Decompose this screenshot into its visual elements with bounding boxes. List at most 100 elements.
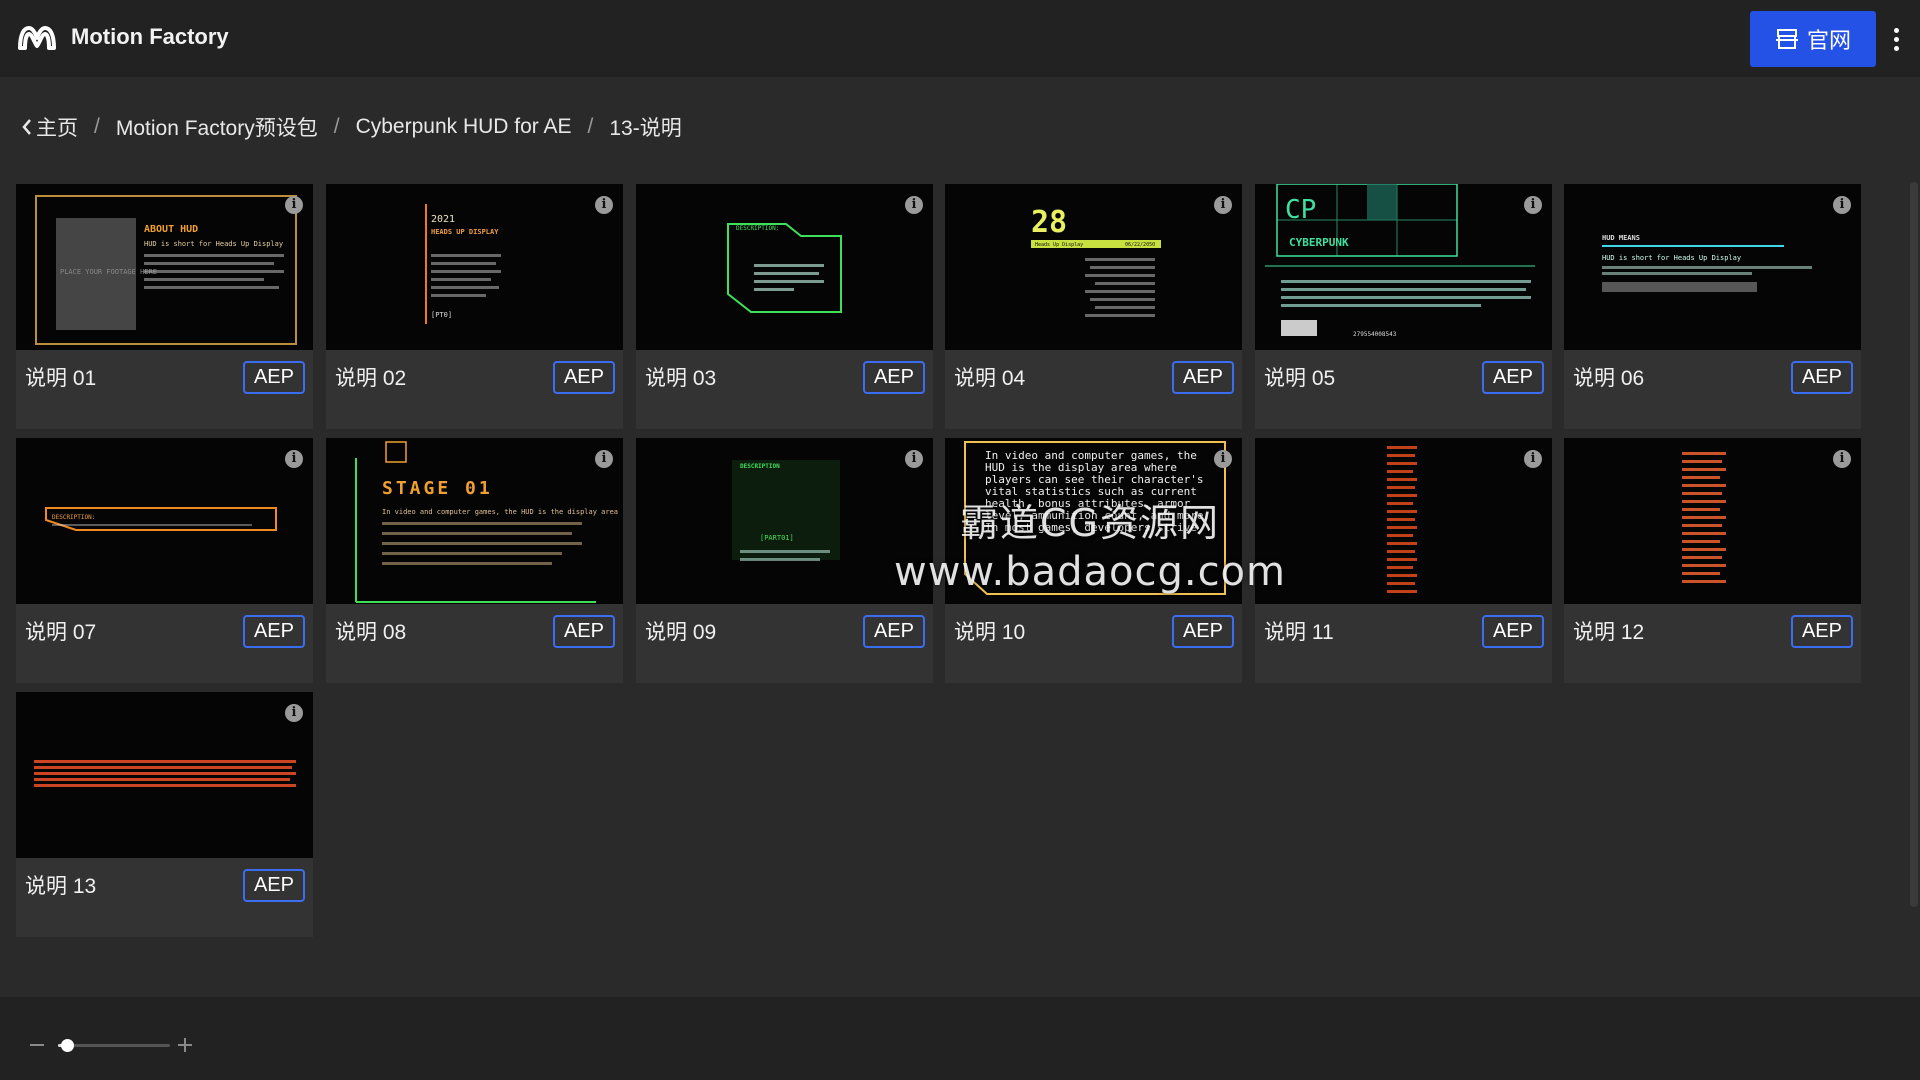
thumb-text: HUD MEANS [1602,234,1640,242]
info-icon[interactable]: i [595,196,613,214]
store-icon [1775,29,1798,49]
asset-name: 说明 06 [1573,367,1645,390]
asset-thumbnail: DESCRIPTION: [636,184,933,350]
thumb-text: [PT0] [431,311,452,319]
info-icon[interactable]: i [905,196,923,214]
asset-card[interactable]: DESCRIPTION: i 说明 07 AEP [16,438,313,683]
asset-thumbnail [16,692,313,858]
info-icon[interactable]: i [1833,450,1851,468]
app-title: Motion Factory [71,24,229,49]
info-icon[interactable]: i [1214,196,1232,214]
asset-card[interactable]: HUD MEANS HUD is short for Heads Up Disp… [1564,184,1861,429]
asset-thumbnail: ABOUT HUD HUD is short for Heads Up Disp… [16,184,313,350]
breadcrumb-separator: / [587,115,594,138]
aep-badge: AEP [552,615,615,648]
info-icon[interactable]: i [1214,450,1232,468]
asset-card[interactable]: i 说明 12 AEP [1564,438,1861,683]
aep-badge: AEP [242,361,305,394]
thumb-text: 2021 [431,214,455,225]
thumb-text: CP [1285,195,1316,225]
asset-card[interactable]: ABOUT HUD HUD is short for Heads Up Disp… [16,184,313,429]
asset-card[interactable]: 2021 HEADS UP DISPLAY [PT0] i 说明 02 AEP [326,184,623,429]
thumb-text: 28 [1031,205,1067,240]
asset-card[interactable]: i 说明 11 AEP [1255,438,1552,683]
asset-name: 说明 12 [1573,621,1645,644]
breadcrumb-separator: / [94,115,100,138]
aep-badge: AEP [552,361,615,394]
asset-name: 说明 03 [645,367,717,390]
asset-name: 说明 13 [25,875,97,898]
asset-name: 说明 02 [335,367,407,390]
info-icon[interactable]: i [285,450,303,468]
footer-bar [0,997,1920,1080]
top-bar: Motion Factory 官网 [0,0,1920,77]
info-icon[interactable]: i [905,450,923,468]
asset-card[interactable]: CP CYBERPUNK 279554008543 i 说明 05 AEP [1255,184,1552,429]
zoom-in-icon[interactable] [178,1038,192,1052]
aep-badge: AEP [1790,615,1853,648]
asset-card[interactable]: DESCRIPTION: i 说明 03 AEP [636,184,933,429]
aep-badge: AEP [862,361,925,394]
info-icon[interactable]: i [285,196,303,214]
asset-name: 说明 09 [645,621,717,644]
asset-thumbnail: DESCRIPTION: [16,438,313,604]
chevron-left-icon[interactable] [20,117,34,137]
asset-name: 说明 04 [954,367,1026,390]
official-site-label: 官网 [1806,29,1851,54]
breadcrumb-separator: / [333,115,340,138]
thumb-text: 279554008543 [1353,331,1397,338]
thumb-text: STAGE 01 [382,478,493,499]
asset-name: 说明 11 [1264,621,1334,644]
aep-badge: AEP [242,869,305,902]
thumb-text: CYBERPUNK [1289,236,1349,249]
official-site-button[interactable]: 官网 [1750,11,1876,67]
thumb-text: In video and computer games, the HUD is … [382,508,618,516]
asset-thumbnail: CP CYBERPUNK 279554008543 [1255,184,1552,350]
info-icon[interactable]: i [1524,196,1542,214]
asset-name: 说明 01 [25,367,97,390]
info-icon[interactable]: i [1833,196,1851,214]
asset-card[interactable]: i 说明 13 AEP [16,692,313,937]
vertical-scrollbar[interactable] [1910,182,1918,907]
breadcrumb-home[interactable]: 主页 [36,112,78,142]
thumb-text: Heads Up Display [1035,242,1083,248]
aep-badge: AEP [862,615,925,648]
asset-thumbnail: STAGE 01 In video and computer games, th… [326,438,623,604]
breadcrumb-preset-pack[interactable]: Motion Factory预设包 [116,112,318,142]
thumb-text: In video and computer games, the HUD is … [985,450,1211,534]
thumb-text: HUD is short for Heads Up Display [1602,254,1741,262]
info-icon[interactable]: i [595,450,613,468]
zoom-out-icon[interactable] [30,1044,44,1046]
asset-name: 说明 10 [954,621,1026,644]
info-icon[interactable]: i [285,704,303,722]
asset-card[interactable]: STAGE 01 In video and computer games, th… [326,438,623,683]
thumb-text: ABOUT HUD [144,224,198,235]
aep-badge: AEP [1790,361,1853,394]
thumb-text: 06/22/2050 [1125,242,1155,248]
asset-thumbnail: In video and computer games, the HUD is … [945,438,1242,604]
aep-badge: AEP [1481,615,1544,648]
thumb-text: DESCRIPTION: [736,225,779,232]
more-menu-icon[interactable] [1888,22,1904,56]
info-icon[interactable]: i [1524,450,1542,468]
breadcrumb: 主页 / Motion Factory预设包 / Cyberpunk HUD f… [20,113,682,141]
thumb-text: HEADS UP DISPLAY [431,228,499,236]
thumb-text: DESCRIPTION: [52,514,95,521]
zoom-slider-handle[interactable] [60,1039,74,1052]
thumb-text: [PART01] [760,534,794,542]
asset-card[interactable]: In video and computer games, the HUD is … [945,438,1242,683]
aep-badge: AEP [242,615,305,648]
asset-thumbnail: HUD MEANS HUD is short for Heads Up Disp… [1564,184,1861,350]
asset-card[interactable]: 28 Heads Up Display 06/22/2050 i 说明 04 A… [945,184,1242,429]
zoom-slider[interactable] [58,1039,170,1052]
asset-thumbnail [1564,438,1861,604]
breadcrumb-cyberpunk-hud[interactable]: Cyberpunk HUD for AE [356,115,572,139]
asset-name: 说明 08 [335,621,407,644]
breadcrumb-current: 13-说明 [609,117,682,140]
aep-badge: AEP [1171,361,1234,394]
asset-thumbnail [1255,438,1552,604]
thumb-text: DESCRIPTION [740,463,780,470]
motion-factory-logo-icon [18,26,56,50]
asset-card[interactable]: DESCRIPTION [PART01] i 说明 09 AEP [636,438,933,683]
asset-thumbnail: DESCRIPTION [PART01] [636,438,933,604]
